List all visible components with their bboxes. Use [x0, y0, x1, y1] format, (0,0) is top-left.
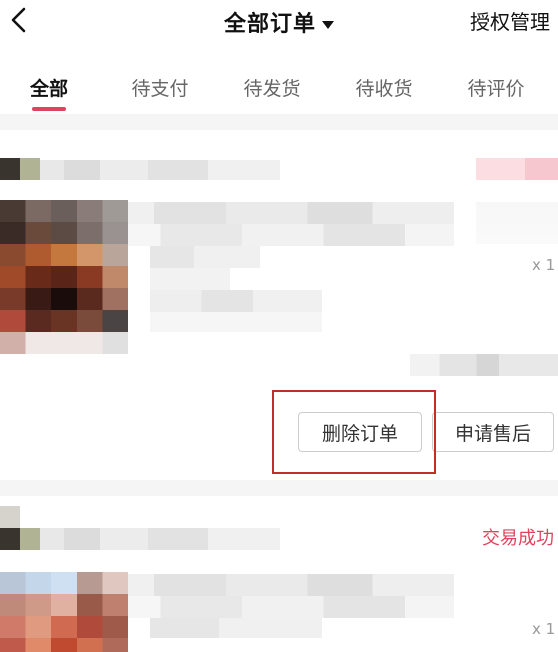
quantity-label: x 1 [532, 256, 556, 274]
active-tab-indicator [32, 107, 66, 111]
order-total-redacted [410, 354, 558, 376]
tab-pending-receipt[interactable]: 待收货 [328, 74, 440, 101]
tab-all[interactable]: 全部 [0, 74, 105, 101]
highlight-box [272, 390, 436, 474]
product-title-redacted [128, 574, 454, 596]
top-bar: 全部订单 授权管理 [0, 0, 558, 40]
product-title-redacted [128, 202, 454, 224]
product-thumbnail [0, 572, 128, 652]
shop-name-redacted [40, 160, 280, 180]
shop-avatar [0, 506, 20, 528]
tab-pending-shipment[interactable]: 待发货 [216, 74, 328, 101]
section-divider [0, 480, 558, 496]
shop-avatar [20, 528, 40, 550]
product-spec-redacted [150, 312, 322, 332]
product-thumbnail [0, 200, 128, 354]
auth-management-link[interactable]: 授权管理 [470, 6, 550, 35]
shop-name-redacted [40, 528, 280, 550]
apply-after-sale-button[interactable]: 申请售后 [432, 412, 554, 452]
product-spec-redacted [150, 290, 322, 312]
order-status: 交易成功 [482, 528, 554, 549]
product-spec-redacted [150, 246, 260, 268]
caret-down-icon [322, 21, 334, 29]
tab-pending-payment[interactable]: 待支付 [104, 74, 216, 101]
product-title-redacted [128, 224, 454, 246]
status-redacted [476, 158, 558, 180]
page-title-text: 全部订单 [223, 12, 316, 37]
section-divider [0, 114, 558, 130]
shop-avatar [0, 158, 20, 180]
shop-avatar [0, 528, 20, 550]
product-spec-redacted [150, 618, 322, 638]
shop-avatar [20, 158, 40, 180]
quantity-label: x 1 [532, 620, 556, 638]
product-title-redacted [128, 596, 454, 618]
order-tabs: 全部 待支付 待发货 待收货 待评价 [0, 64, 558, 111]
tab-pending-review[interactable]: 待评价 [440, 74, 552, 101]
price-redacted [476, 202, 558, 244]
product-spec-redacted [150, 268, 230, 290]
